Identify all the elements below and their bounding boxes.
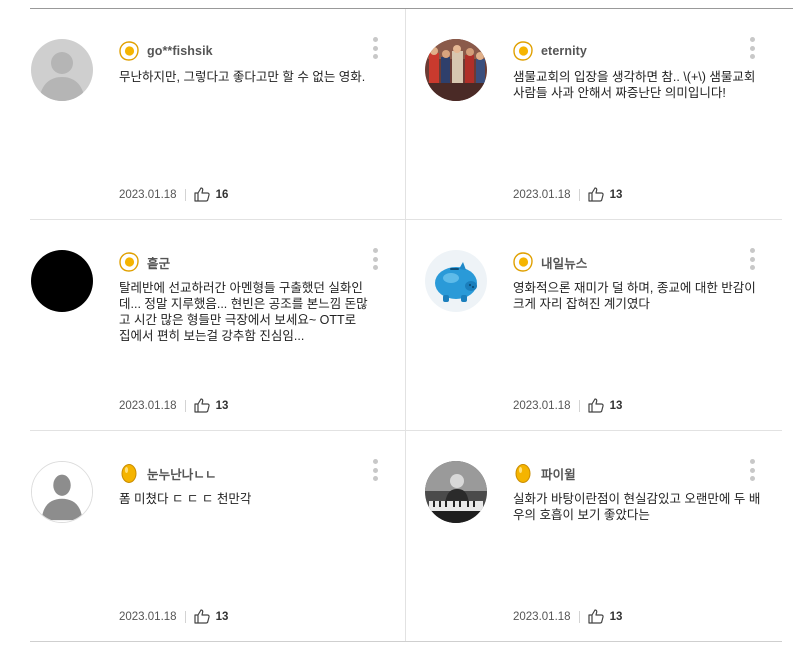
like-count: 13	[609, 188, 623, 201]
more-options-icon[interactable]	[750, 459, 756, 481]
review-grid: go**fishsik 무난하지만, 그렇다고 좋다고만 할 수 없는 영화. …	[30, 9, 782, 642]
thumbs-up-icon	[587, 609, 604, 624]
fried-egg-icon	[119, 252, 139, 272]
piggy-bank-icon	[425, 250, 487, 312]
review-card: 파이윌 실화가 바탕이란점이 현실감있고 오랜만에 두 배우의 호흡이 보기 좋…	[405, 431, 782, 641]
avatar[interactable]	[425, 39, 487, 101]
divider	[578, 610, 580, 623]
divider	[184, 610, 186, 623]
review-date: 2023.01.18	[119, 188, 177, 201]
avatar[interactable]	[31, 250, 93, 312]
default-avatar-icon	[31, 39, 93, 101]
review-date: 2023.01.18	[119, 399, 177, 412]
fried-egg-icon	[513, 252, 533, 272]
crowd-photo-icon	[425, 39, 487, 101]
avatar[interactable]	[31, 39, 93, 101]
more-options-icon[interactable]	[750, 37, 756, 59]
review-card: 흩군 탈레반에 선교하러간 아멘형들 구출했던 실화인데... 정말 지루했음.…	[30, 220, 405, 430]
review-date: 2023.01.18	[513, 610, 571, 623]
review-text: 무난하지만, 그렇다고 좋다고만 할 수 없는 영화.	[119, 70, 366, 84]
review-card: 내일뉴스 영화적으론 재미가 덜 하며, 종교에 대한 반감이 크게 자리 잡혀…	[405, 220, 782, 430]
like-button[interactable]: 13	[587, 398, 623, 413]
review-date: 2023.01.18	[513, 399, 571, 412]
thumbs-up-icon	[193, 398, 210, 413]
nickname[interactable]: 파이윌	[541, 464, 576, 483]
review-date: 2023.01.18	[513, 188, 571, 201]
review-date: 2023.01.18	[119, 610, 177, 623]
review-text: 영화적으론 재미가 덜 하며, 종교에 대한 반감이 크게 자리 잡혀진 계기였…	[513, 281, 756, 311]
more-options-icon[interactable]	[373, 459, 379, 481]
like-button[interactable]: 13	[193, 609, 229, 624]
like-count: 13	[215, 610, 229, 623]
like-button[interactable]: 13	[193, 398, 229, 413]
more-options-icon[interactable]	[373, 37, 379, 59]
fried-egg-icon	[513, 41, 533, 61]
review-card: eternity 샘물교회의 입장을 생각하면 참.. \(+\) 샘물교회사람…	[405, 9, 782, 219]
avatar[interactable]	[425, 461, 487, 523]
more-options-icon[interactable]	[373, 248, 379, 270]
review-row: go**fishsik 무난하지만, 그렇다고 좋다고만 할 수 없는 영화. …	[30, 9, 782, 220]
avatar[interactable]	[31, 461, 93, 523]
golden-egg-icon	[119, 463, 139, 483]
thumbs-up-icon	[587, 398, 604, 413]
thumbs-up-icon	[587, 187, 604, 202]
review-row: 눈누난나ㄴㄴ 폼 미쳤다 ㄷ ㄷ ㄷ 천만각 2023.01.18 13 파이윌…	[30, 431, 782, 642]
like-count: 13	[609, 399, 623, 412]
black-avatar-icon	[31, 250, 93, 312]
default-silhouette-icon	[32, 462, 92, 522]
like-count: 13	[215, 399, 229, 412]
nickname[interactable]: 내일뉴스	[541, 253, 587, 272]
divider	[578, 399, 580, 412]
review-text: 실화가 바탕이란점이 현실감있고 오랜만에 두 배우의 호흡이 보기 좋았다는	[513, 492, 761, 522]
fried-egg-icon	[119, 41, 139, 61]
review-card: 눈누난나ㄴㄴ 폼 미쳤다 ㄷ ㄷ ㄷ 천만각 2023.01.18 13	[30, 431, 405, 641]
nickname[interactable]: eternity	[541, 44, 587, 58]
review-row: 흩군 탈레반에 선교하러간 아멘형들 구출했던 실화인데... 정말 지루했음.…	[30, 220, 782, 431]
review-text: 샘물교회의 입장을 생각하면 참.. \(+\) 샘물교회사람들 사과 안해서 …	[513, 70, 756, 100]
avatar[interactable]	[425, 250, 487, 312]
divider	[184, 399, 186, 412]
more-options-icon[interactable]	[750, 248, 756, 270]
thumbs-up-icon	[193, 187, 210, 202]
thumbs-up-icon	[193, 609, 210, 624]
like-button[interactable]: 16	[193, 187, 229, 202]
pianist-photo-icon	[425, 461, 487, 523]
like-button[interactable]: 13	[587, 187, 623, 202]
divider	[578, 188, 580, 201]
nickname[interactable]: 눈누난나ㄴㄴ	[147, 464, 217, 483]
like-count: 13	[609, 610, 623, 623]
like-count: 16	[215, 188, 229, 201]
nickname[interactable]: 흩군	[147, 253, 170, 272]
golden-egg-icon	[513, 463, 533, 483]
nickname[interactable]: go**fishsik	[147, 44, 213, 58]
review-text: 탈레반에 선교하러간 아멘형들 구출했던 실화인데... 정말 지루했음... …	[119, 281, 368, 343]
review-text: 폼 미쳤다 ㄷ ㄷ ㄷ 천만각	[119, 492, 252, 506]
like-button[interactable]: 13	[587, 609, 623, 624]
review-card: go**fishsik 무난하지만, 그렇다고 좋다고만 할 수 없는 영화. …	[30, 9, 405, 219]
divider	[184, 188, 186, 201]
